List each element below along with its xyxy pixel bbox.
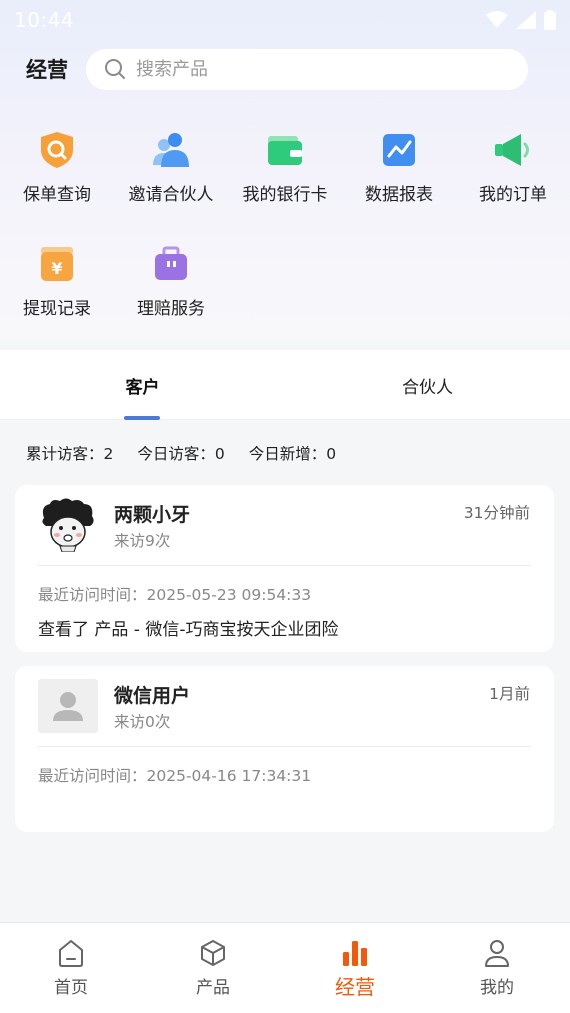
card-divider [38, 565, 531, 566]
bar-chart-icon [340, 937, 370, 969]
status-time: 10:44 [14, 8, 75, 32]
header: 经营 [0, 48, 570, 90]
user-icon [482, 937, 512, 969]
chart-icon [379, 130, 419, 170]
svg-text:¥: ¥ [51, 259, 62, 278]
signal-icon [516, 11, 536, 29]
search-icon [105, 59, 125, 79]
customer-name: 两颗小牙 [114, 504, 191, 526]
action-claim-service[interactable]: 理赔服务 [114, 244, 228, 334]
stat-today-new: 今日新增：0 [248, 445, 337, 463]
search-box[interactable] [86, 48, 528, 90]
last-visit-time: 最近访问时间：2025-04-16 17:34:31 [38, 767, 312, 785]
status-bar: 10:44 [0, 0, 570, 40]
customer-card[interactable]: 两颗小牙 来访9次 31分钟前 最近访问时间：2025-05-23 09:54:… [15, 485, 554, 652]
wallet-icon [265, 130, 305, 170]
bottom-nav: 首页 产品 经营 我的 [0, 922, 570, 1013]
default-avatar-icon [38, 679, 98, 733]
search-input[interactable] [136, 58, 496, 80]
people-icon [151, 130, 191, 170]
visit-count: 来访0次 [114, 713, 171, 731]
nav-label: 首页 [54, 978, 88, 998]
action-label: 邀请合伙人 [128, 185, 214, 205]
shield-search-icon [37, 130, 77, 170]
card-divider [38, 746, 531, 747]
status-icons [486, 10, 556, 30]
nav-home[interactable]: 首页 [0, 923, 142, 1013]
nav-mine[interactable]: 我的 [426, 923, 568, 1013]
stat-today-visitors: 今日访客：0 [137, 445, 225, 463]
action-label: 保单查询 [23, 185, 91, 205]
nav-label: 我的 [480, 978, 514, 998]
action-invite-partner[interactable]: 邀请合伙人 [114, 130, 228, 220]
tab-customers[interactable]: 客户 [0, 350, 285, 420]
visit-count: 来访9次 [114, 532, 171, 550]
stat-total-visitors: 累计访客：2 [26, 445, 114, 463]
action-withdraw-records[interactable]: ¥ 提现记录 [0, 244, 114, 334]
nav-products[interactable]: 产品 [142, 923, 284, 1013]
action-bank-card[interactable]: 我的银行卡 [228, 130, 342, 220]
page-title: 经营 [26, 58, 68, 82]
action-label: 理赔服务 [137, 299, 205, 319]
customer-name: 微信用户 [114, 685, 191, 707]
tab-bar: 客户 合伙人 [0, 350, 570, 420]
visitor-stats: 累计访客：2 今日访客：0 今日新增：0 [0, 421, 570, 485]
tab-partners[interactable]: 合伙人 [285, 350, 570, 420]
last-visit-time: 最近访问时间：2025-05-23 09:54:33 [38, 586, 312, 604]
wifi-icon [486, 11, 508, 28]
avatar [38, 498, 98, 552]
briefcase-icon [151, 244, 191, 284]
box-icon [198, 937, 228, 969]
action-label: 提现记录 [23, 299, 91, 319]
action-label: 我的订单 [479, 185, 547, 205]
nav-business[interactable]: 经营 [284, 923, 426, 1013]
battery-icon [544, 10, 556, 30]
customer-card[interactable]: 微信用户 来访0次 1月前 最近访问时间：2025-04-16 17:34:31 [15, 666, 554, 832]
nav-label: 产品 [196, 978, 230, 998]
action-policy-query[interactable]: 保单查询 [0, 130, 114, 220]
visit-ago: 31分钟前 [463, 504, 530, 522]
action-my-orders[interactable]: 我的订单 [456, 130, 570, 220]
yuan-icon: ¥ [37, 244, 77, 284]
nav-label: 经营 [335, 975, 375, 999]
action-label: 数据报表 [365, 185, 433, 205]
visit-ago: 1月前 [489, 685, 530, 703]
megaphone-icon [493, 130, 533, 170]
tab-indicator [124, 416, 160, 420]
viewed-product: 查看了 产品 - 微信-巧商宝按天企业团险 [38, 620, 339, 640]
action-data-report[interactable]: 数据报表 [342, 130, 456, 220]
home-icon [56, 937, 86, 969]
action-label: 我的银行卡 [242, 185, 328, 205]
